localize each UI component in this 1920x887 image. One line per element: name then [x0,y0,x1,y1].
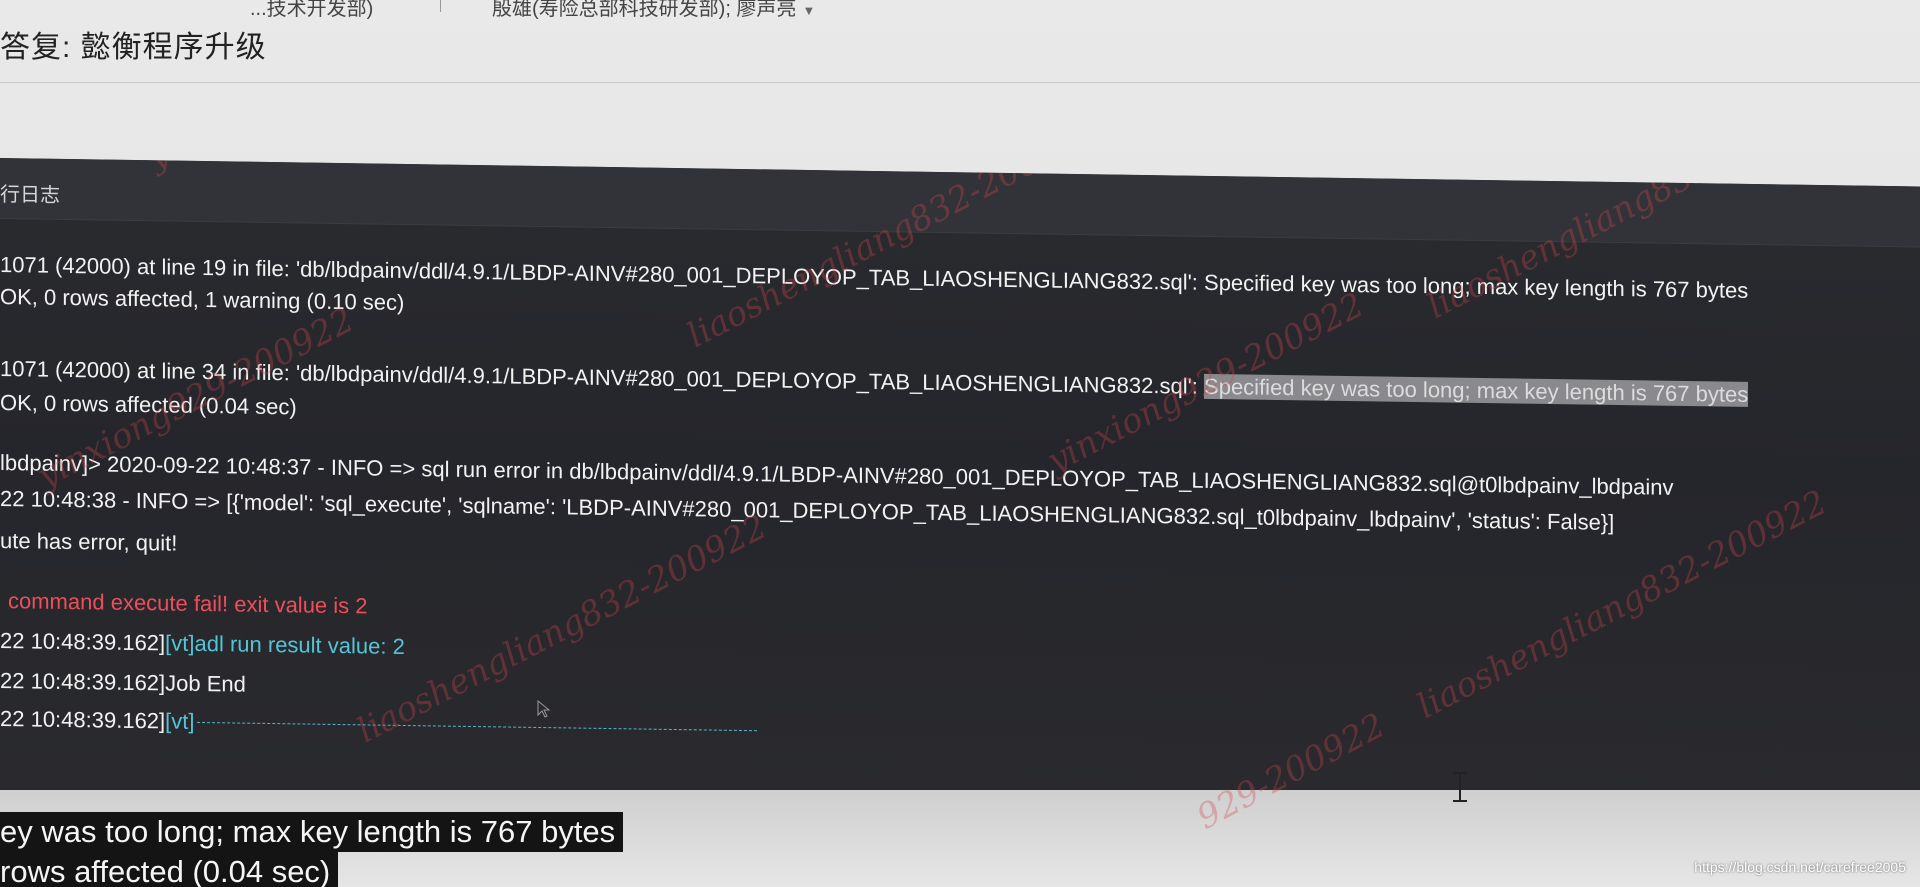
recipients-left[interactable]: ...技术开发部) [250,0,373,21]
log-line: OK, 0 rows affected, 1 warning (0.10 sec… [0,284,405,315]
log-panel-title: 行日志 [0,184,60,207]
log-line-text: 22 10:48:38 - INFO => [0,486,227,515]
screen-photo: ...技术开发部) 殷雄(寿险总部科技研发部); 廖声亮 ▼ 答复: 懿衡程序升级… [0,0,1920,887]
chevron-down-icon[interactable]: ▼ [802,3,815,18]
divider [0,82,1920,83]
recipients-right-label: 殷雄(寿险总部科技研发部); 廖声亮 [492,0,797,20]
log-timestamp: 22 10:48:39.162] [0,628,166,656]
log-line: 22 10:48:39.162][vt] [0,706,757,743]
log-timestamp: 22 10:48:39.162] [0,706,166,734]
source-url: https://blog.csdn.net/carefree2005 [1694,859,1906,875]
recipients-right[interactable]: 殷雄(寿险总部科技研发部); 廖声亮 ▼ [492,0,815,21]
log-error-text: command execute fail! exit value is 2 [8,588,368,619]
log-separator [196,722,757,733]
selected-text: rows affected (0.04 sec) [0,852,339,887]
mouse-pointer-icon [537,700,551,718]
log-line: 22 10:48:39.162][vt]adl run result value… [0,628,405,660]
text-cursor-icon [1453,772,1467,802]
log-info-text: [vt]adl run result value: 2 [165,630,405,660]
recipient-divider [440,0,441,12]
log-tag: [vt] [165,708,195,734]
selected-text: ey was too long; max key length is 767 b… [0,812,624,852]
log-error-line: command execute fail! exit value is 2 [0,588,368,619]
log-line: ute has error, quit! [0,528,178,556]
log-panel-header: 行日志 [0,158,1920,248]
execution-log-panel: 行日志 1071 (42000) at line 19 in file: 'db… [0,158,1920,827]
log-line: OK, 0 rows affected (0.04 sec) [0,390,297,420]
email-recipient-bar: ...技术开发部) 殷雄(寿险总部科技研发部); 廖声亮 ▼ [0,0,1920,22]
selected-text: Specified key was too long; max key leng… [1204,373,1749,407]
email-subject: 答复: 懿衡程序升级 [0,31,267,64]
log-line: 22 10:48:39.162]Job End [0,668,246,697]
